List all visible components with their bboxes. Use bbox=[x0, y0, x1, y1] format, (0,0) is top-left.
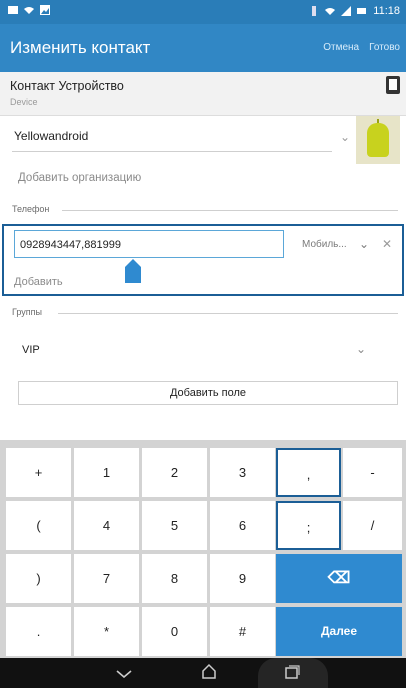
page-title: Изменить контакт bbox=[10, 38, 151, 57]
navigation-bar bbox=[0, 658, 406, 688]
key-5[interactable]: 5 bbox=[142, 501, 207, 550]
app-bar: Изменить контакт Отмена Готово bbox=[0, 24, 406, 72]
vibrate-icon bbox=[312, 6, 317, 16]
key-period[interactable]: . bbox=[6, 607, 71, 656]
section-divider bbox=[62, 210, 398, 211]
edit-contact-form: Контакт Устройство Device Yellowandroid … bbox=[0, 72, 406, 440]
phone-device-icon bbox=[386, 76, 400, 94]
key-plus[interactable]: + bbox=[6, 448, 71, 497]
key-6[interactable]: 6 bbox=[210, 501, 275, 550]
battery-icon bbox=[357, 8, 367, 14]
wifi-icon bbox=[24, 7, 34, 14]
done-button[interactable]: Готово bbox=[369, 42, 400, 53]
key-asterisk[interactable]: * bbox=[74, 607, 139, 656]
group-select[interactable]: VIP bbox=[22, 344, 40, 356]
screenshot-icon bbox=[8, 6, 18, 14]
chevron-down-icon[interactable]: ⌄ bbox=[359, 237, 369, 251]
account-type: Device bbox=[10, 97, 38, 107]
status-time: 11:18 bbox=[373, 5, 400, 17]
key-7[interactable]: 7 bbox=[74, 554, 139, 603]
chevron-down-icon[interactable]: ⌄ bbox=[356, 342, 366, 356]
phone-section-label: Телефон bbox=[12, 204, 50, 214]
key-close-paren[interactable]: ) bbox=[6, 554, 71, 603]
key-8[interactable]: 8 bbox=[142, 554, 207, 603]
contact-photo[interactable] bbox=[356, 116, 400, 164]
key-1[interactable]: 1 bbox=[74, 448, 139, 497]
home-icon[interactable] bbox=[200, 662, 218, 680]
add-phone-link[interactable]: Добавить bbox=[14, 276, 63, 288]
next-key[interactable]: Далее bbox=[276, 607, 402, 656]
key-9[interactable]: 9 bbox=[210, 554, 275, 603]
phone-type-select[interactable]: Мобиль... bbox=[302, 239, 347, 250]
name-field[interactable]: Yellowandroid bbox=[12, 122, 332, 152]
numeric-keyboard: + 1 2 3 , - ( 4 5 6 ; / ) 7 8 9 ⌫ . * 0 … bbox=[0, 440, 406, 658]
signal-icon bbox=[341, 6, 352, 16]
account-header: Контакт Устройство Device bbox=[0, 72, 406, 116]
key-comma[interactable]: , bbox=[276, 448, 341, 497]
wifi-icon bbox=[325, 8, 336, 15]
add-organization-link[interactable]: Добавить организацию bbox=[18, 172, 141, 184]
status-bar: 11:18 bbox=[0, 0, 406, 24]
image-icon bbox=[40, 5, 50, 15]
close-icon[interactable]: ✕ bbox=[382, 237, 392, 251]
text-cursor-handle-icon[interactable] bbox=[125, 259, 141, 283]
back-icon[interactable] bbox=[116, 670, 132, 678]
key-slash[interactable]: / bbox=[343, 501, 402, 550]
account-name: Контакт Устройство bbox=[10, 79, 124, 93]
key-2[interactable]: 2 bbox=[142, 448, 207, 497]
key-4[interactable]: 4 bbox=[74, 501, 139, 550]
key-0[interactable]: 0 bbox=[142, 607, 207, 656]
cancel-button[interactable]: Отмена bbox=[323, 42, 359, 53]
chevron-down-icon[interactable]: ⌄ bbox=[340, 130, 350, 144]
add-field-button[interactable]: Добавить поле bbox=[18, 381, 398, 405]
key-hash[interactable]: # bbox=[210, 607, 275, 656]
recent-apps-icon[interactable] bbox=[284, 664, 300, 680]
key-minus[interactable]: - bbox=[343, 448, 402, 497]
key-open-paren[interactable]: ( bbox=[6, 501, 71, 550]
groups-section-label: Группы bbox=[12, 307, 42, 317]
phone-row: 0928943447,881999 Мобиль... ⌄ ✕ Добавить bbox=[2, 224, 404, 296]
key-3[interactable]: 3 bbox=[210, 448, 275, 497]
phone-input[interactable]: 0928943447,881999 bbox=[14, 230, 284, 258]
backspace-key[interactable]: ⌫ bbox=[276, 554, 402, 603]
section-divider bbox=[58, 313, 398, 314]
key-semicolon[interactable]: ; bbox=[276, 501, 341, 550]
